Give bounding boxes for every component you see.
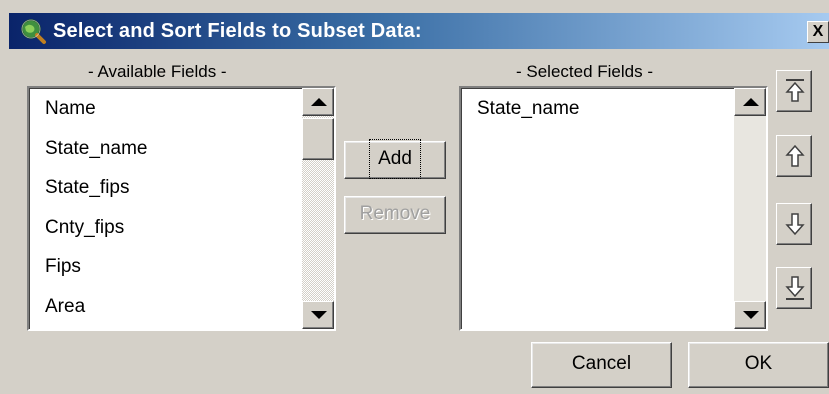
title-bar[interactable]: Select and Sort Fields to Subset Data: X: [9, 13, 829, 49]
scroll-up-arrow-icon: [311, 98, 327, 106]
move-to-top-button[interactable]: [776, 70, 812, 112]
dialog-title: Select and Sort Fields to Subset Data:: [53, 20, 422, 42]
selected-scrollbar[interactable]: [734, 88, 766, 329]
ok-button-label: OK: [744, 353, 773, 374]
cancel-button[interactable]: Cancel: [531, 342, 672, 388]
available-fields-list[interactable]: Name State_name State_fips Cnty_fips Fips Are…: [27, 86, 336, 331]
scroll-up-button[interactable]: [302, 88, 334, 116]
ok-button[interactable]: OK: [688, 342, 829, 388]
list-item[interactable]: Name: [45, 96, 147, 136]
scroll-up-button[interactable]: [734, 88, 766, 116]
selected-items: State_name: [477, 96, 579, 136]
move-to-top-icon: [785, 79, 805, 102]
scroll-down-arrow-icon: [311, 311, 327, 319]
close-button[interactable]: X: [807, 21, 829, 43]
cancel-button-label: Cancel: [571, 353, 632, 374]
selected-fields-list[interactable]: State_name: [459, 86, 768, 331]
available-items: Name State_name State_fips Cnty_fips Fips Are…: [45, 96, 147, 330]
query-globe-icon: [21, 19, 46, 44]
list-item[interactable]: State_name: [477, 96, 579, 136]
scroll-up-arrow-icon: [743, 98, 759, 106]
available-scrollbar[interactable]: [302, 88, 334, 329]
available-fields-label: - Available Fields -: [88, 62, 227, 81]
move-to-bottom-button[interactable]: [776, 267, 812, 309]
scroll-down-button[interactable]: [734, 301, 766, 329]
dialog-window: Select and Sort Fields to Subset Data: X…: [0, 0, 829, 394]
scroll-thumb[interactable]: [302, 118, 334, 160]
move-up-icon: [785, 144, 805, 167]
list-item[interactable]: Area: [45, 294, 147, 330]
move-to-bottom-icon: [785, 276, 805, 300]
add-button[interactable]: Add: [344, 139, 446, 179]
scroll-down-arrow-icon: [743, 311, 759, 319]
list-item[interactable]: Fips: [45, 254, 147, 294]
list-item[interactable]: Cnty_fips: [45, 215, 147, 255]
move-down-button[interactable]: [776, 203, 812, 245]
selected-fields-label: - Selected Fields -: [516, 62, 653, 81]
list-item[interactable]: State_name: [45, 136, 147, 176]
move-down-icon: [785, 213, 805, 236]
remove-button[interactable]: Remove: [344, 196, 446, 234]
scroll-down-button[interactable]: [302, 301, 334, 329]
remove-button-label: Remove: [359, 203, 431, 224]
add-button-label: Add: [369, 139, 421, 179]
list-item[interactable]: State_fips: [45, 175, 147, 215]
move-up-button[interactable]: [776, 135, 812, 177]
